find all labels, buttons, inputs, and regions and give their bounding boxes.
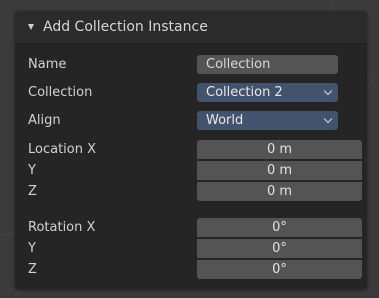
chevron-down-icon <box>323 86 333 96</box>
rotation-y-row: Y 0° <box>15 238 367 260</box>
collapse-triangle-icon[interactable] <box>28 24 34 30</box>
location-z-row: Z 0 m <box>15 181 367 203</box>
rotation-z-field[interactable]: 0° <box>197 260 362 279</box>
rotation-x-row: Rotation X 0° <box>15 217 367 239</box>
location-z-field[interactable]: 0 m <box>197 182 362 201</box>
location-x-row: Location X 0 m <box>15 139 367 161</box>
add-collection-instance-panel: Add Collection Instance Name Collection … <box>15 11 367 289</box>
collection-label: Collection <box>28 85 93 100</box>
panel-header[interactable]: Add Collection Instance <box>15 11 367 44</box>
name-row: Name Collection <box>15 54 367 76</box>
collection-dropdown-value: Collection 2 <box>206 85 283 100</box>
align-row: Align World <box>15 110 367 132</box>
collection-dropdown[interactable]: Collection 2 <box>197 83 338 102</box>
location-y-label: Y <box>28 163 36 178</box>
collection-row: Collection Collection 2 <box>15 82 367 104</box>
rotation-y-label: Y <box>28 241 36 256</box>
align-dropdown[interactable]: World <box>197 111 338 130</box>
align-dropdown-value: World <box>206 113 244 128</box>
location-z-label: Z <box>28 184 37 199</box>
name-field[interactable]: Collection <box>197 55 338 74</box>
name-label: Name <box>28 57 67 72</box>
location-y-row: Y 0 m <box>15 160 367 182</box>
align-label: Align <box>28 113 61 128</box>
rotation-x-label: Rotation X <box>28 220 96 235</box>
rotation-z-row: Z 0° <box>15 259 367 281</box>
location-x-label: Location X <box>28 142 97 157</box>
rotation-z-label: Z <box>28 262 37 277</box>
panel-title: Add Collection Instance <box>43 19 208 35</box>
location-x-field[interactable]: 0 m <box>197 140 362 159</box>
location-y-field[interactable]: 0 m <box>197 161 362 180</box>
chevron-down-icon <box>323 114 333 124</box>
rotation-y-field[interactable]: 0° <box>197 239 362 258</box>
rotation-x-field[interactable]: 0° <box>197 218 362 237</box>
